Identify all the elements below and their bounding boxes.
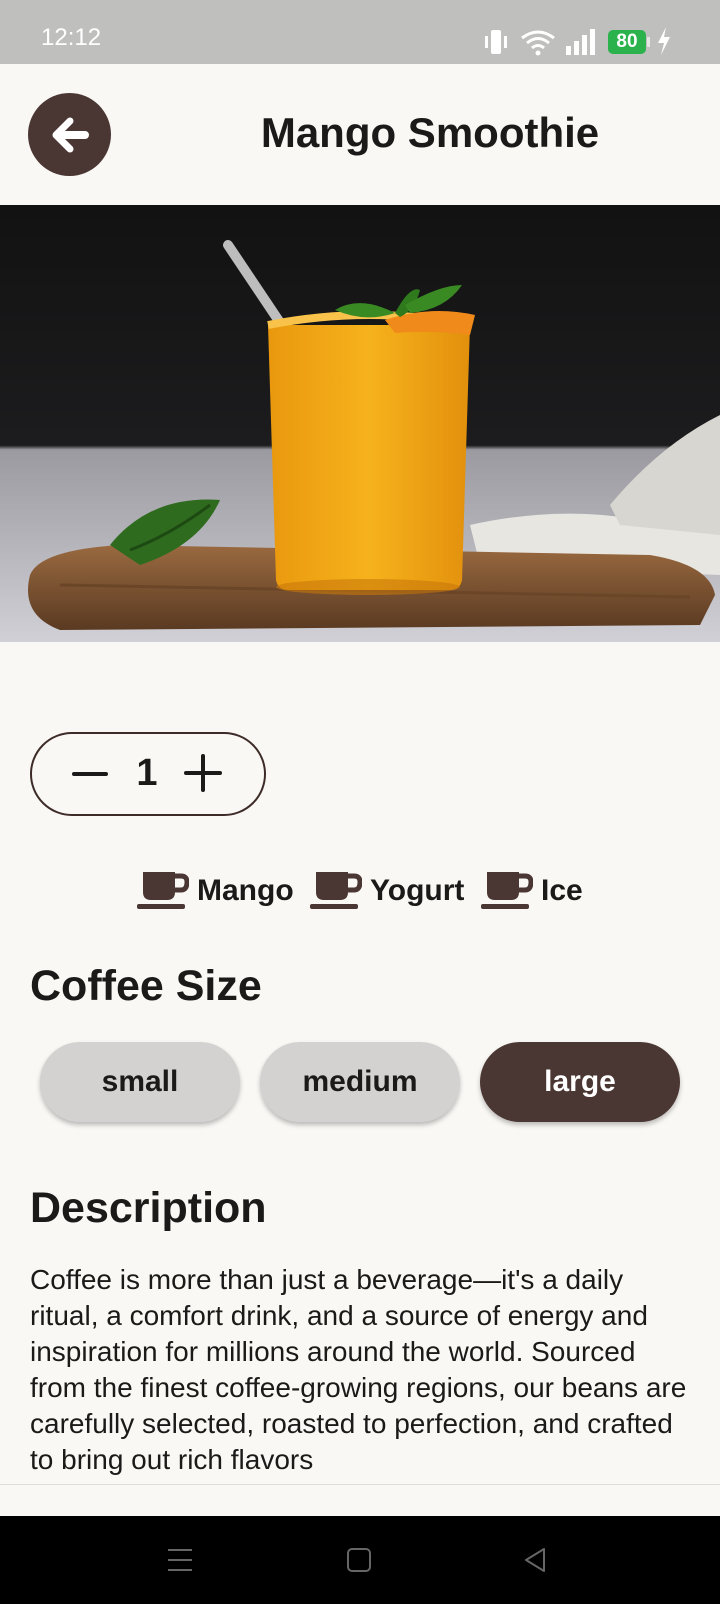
back-button[interactable] [28,93,111,176]
page-title: Mango Smoothie [260,109,600,156]
ingredient-item: Yogurt [310,868,470,912]
battery-cap [647,37,650,47]
description-title: Description [30,1184,267,1232]
ingredient-item: Mango [137,868,297,912]
ingredient-label: Yogurt [370,874,465,907]
back-nav-icon[interactable] [522,1546,548,1574]
size-section-title: Coffee Size [30,962,262,1010]
arrow-left-icon [52,117,89,153]
quantity-value: 1 [136,752,158,794]
menu-icon[interactable] [166,1546,194,1574]
status-time: 12:12 [41,24,102,51]
size-option-small[interactable]: small [40,1042,240,1122]
size-option-medium[interactable]: medium [260,1042,460,1122]
status-icons: 80 [480,24,680,60]
battery-indicator: 80 [608,30,646,54]
ingredient-list: Mango Yogurt Ice [0,868,720,912]
home-icon[interactable] [346,1546,372,1574]
quantity-stepper: 1 [30,732,266,816]
status-bar: 12:12 80 [0,0,720,64]
vibrate-icon [485,30,507,54]
minus-icon[interactable] [72,756,108,792]
ingredient-label: Mango [197,874,294,907]
bottom-edge [0,1484,720,1517]
signal-icon [566,29,595,55]
system-nav-bar [0,1516,720,1604]
cup-icon [481,872,533,909]
plus-icon[interactable] [184,754,222,792]
cup-icon [310,872,362,909]
cup-icon [137,872,189,909]
charging-icon [658,27,670,55]
product-image [0,205,720,642]
app-bar: Mango Smoothie [0,64,720,204]
size-option-large[interactable]: large [480,1042,680,1122]
description-text: Coffee is more than just a beverage—it's… [30,1264,687,1475]
ingredient-item: Ice [481,868,591,912]
ingredient-label: Ice [541,874,583,907]
wifi-icon [521,30,555,56]
